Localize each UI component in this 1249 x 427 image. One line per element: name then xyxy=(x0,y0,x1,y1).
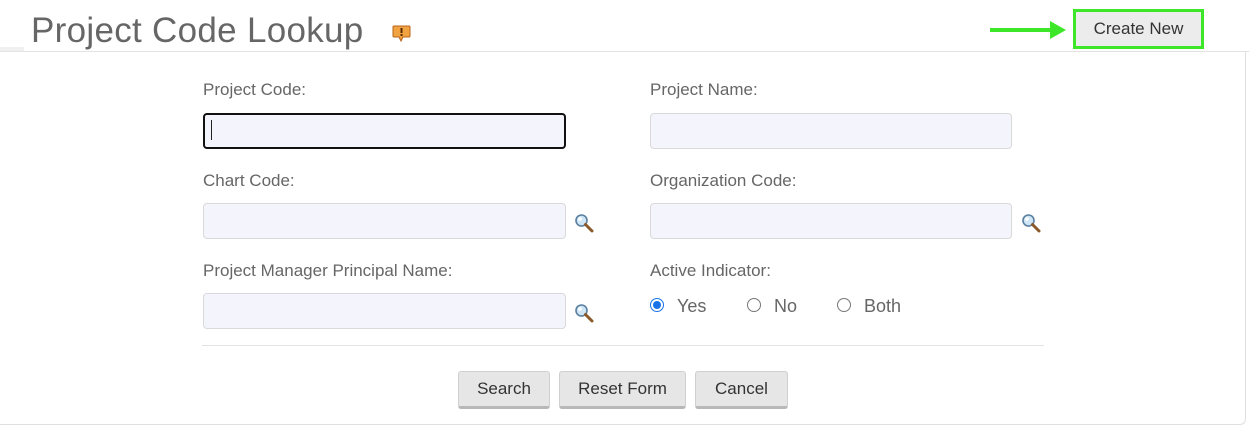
active-both-label[interactable]: Both xyxy=(864,296,901,317)
create-new-button[interactable]: Create New xyxy=(1073,9,1204,49)
active-indicator-label: Active Indicator: xyxy=(650,261,771,280)
project-manager-lookup-icon[interactable] xyxy=(574,303,594,323)
form-divider xyxy=(202,345,1044,346)
active-no-radio[interactable] xyxy=(747,298,761,312)
project-name-label: Project Name: xyxy=(650,80,758,99)
project-code-input[interactable] xyxy=(203,113,566,149)
project-manager-label: Project Manager Principal Name: xyxy=(203,261,453,280)
cancel-button[interactable]: Cancel xyxy=(695,371,788,409)
project-manager-input[interactable] xyxy=(203,293,566,329)
active-yes-radio[interactable] xyxy=(650,298,664,312)
arrow-right-icon xyxy=(990,21,1066,39)
search-button[interactable]: Search xyxy=(458,371,550,409)
active-no-label[interactable]: No xyxy=(774,296,797,317)
active-yes-label[interactable]: Yes xyxy=(677,296,706,317)
project-name-input[interactable] xyxy=(650,113,1012,149)
chart-code-label: Chart Code: xyxy=(203,171,295,190)
organization-code-label: Organization Code: xyxy=(650,171,797,190)
page-header: Project Code Lookup Create New xyxy=(0,0,1249,52)
project-code-label: Project Code: xyxy=(203,80,306,99)
text-caret xyxy=(211,120,212,140)
chart-code-lookup-icon[interactable] xyxy=(574,213,594,233)
help-balloon-icon[interactable] xyxy=(392,25,411,42)
organization-code-input[interactable] xyxy=(650,203,1012,239)
search-panel xyxy=(0,52,1246,425)
page-title: Project Code Lookup xyxy=(31,11,364,50)
organization-code-lookup-icon[interactable] xyxy=(1021,213,1041,233)
chart-code-input[interactable] xyxy=(203,203,566,239)
active-both-radio[interactable] xyxy=(837,298,851,312)
reset-form-button[interactable]: Reset Form xyxy=(559,371,686,409)
